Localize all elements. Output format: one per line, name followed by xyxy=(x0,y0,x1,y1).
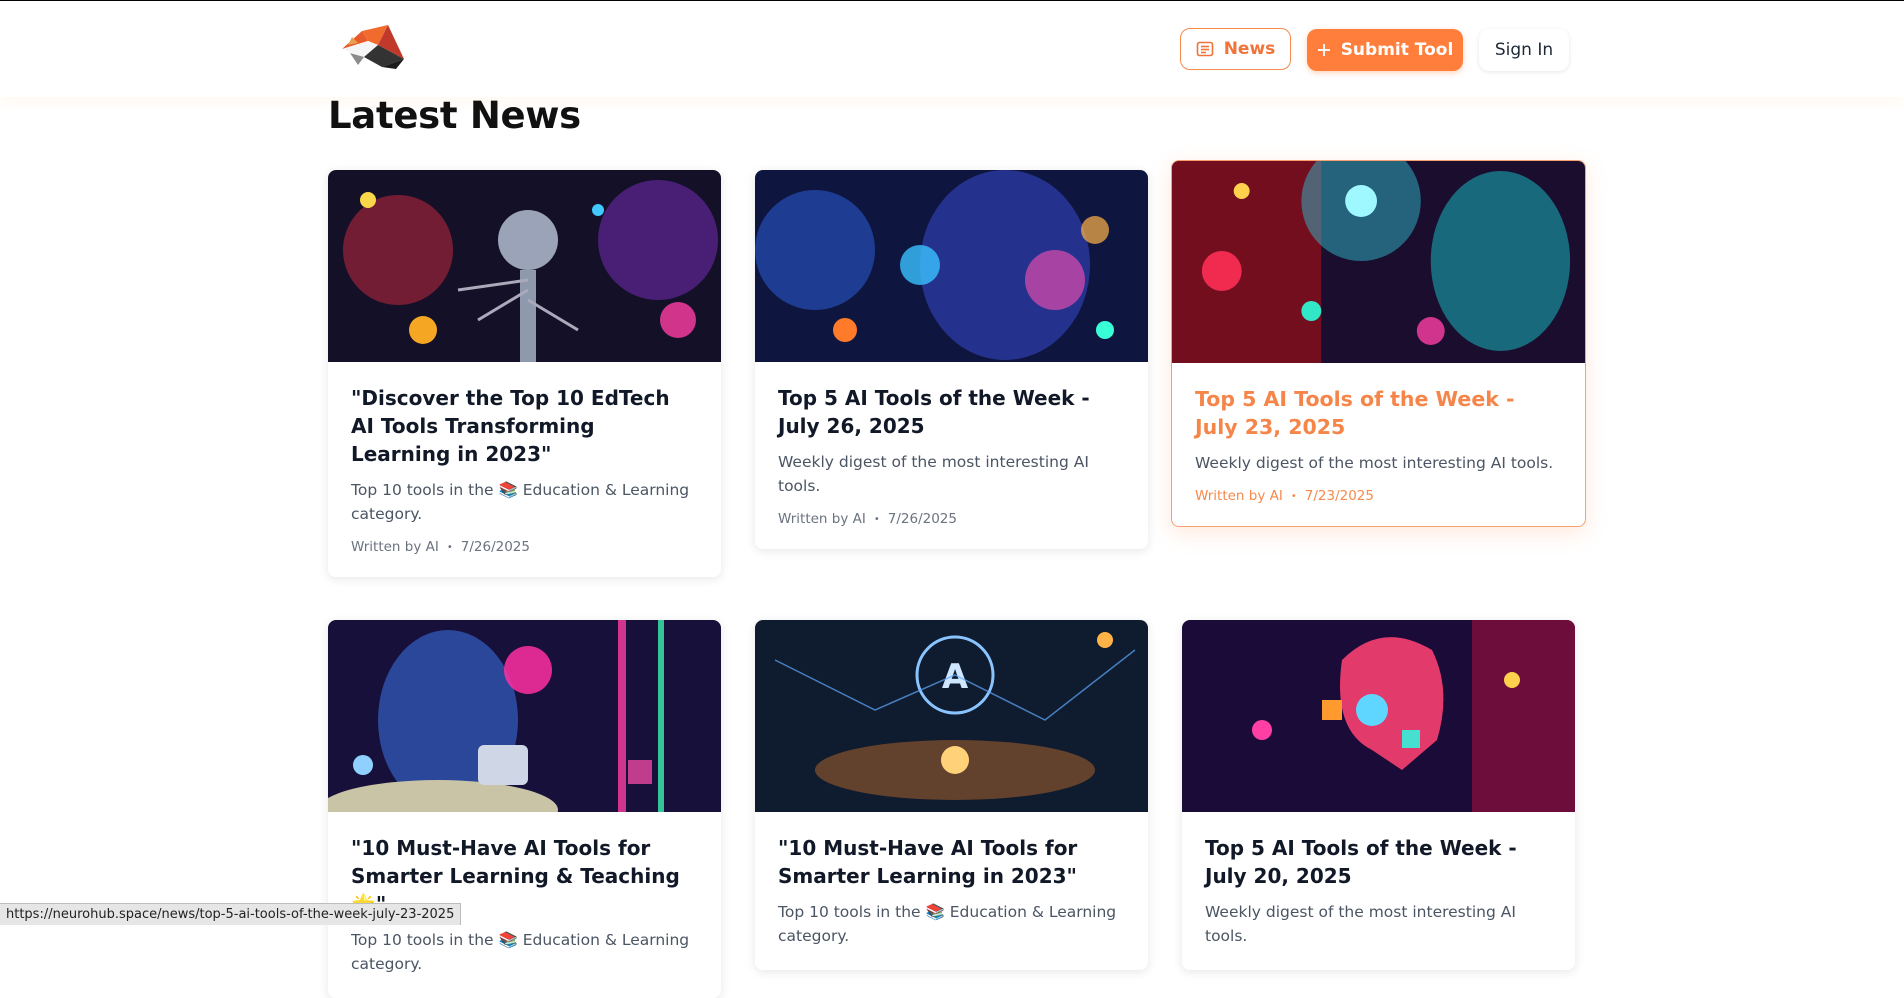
newspaper-icon xyxy=(1196,41,1214,57)
news-card-hovered[interactable]: Top 5 AI Tools of the Week - July 23, 20… xyxy=(1171,160,1586,527)
plus-icon xyxy=(1317,44,1330,56)
news-card-title: "Discover the Top 10 EdTech AI Tools Tra… xyxy=(351,386,670,466)
sign-in-label: Sign In xyxy=(1494,40,1554,60)
news-button[interactable]: News xyxy=(1180,28,1291,70)
news-thumbnail-image xyxy=(755,170,1148,362)
news-button-label: News xyxy=(1223,39,1276,59)
date-label: 7/26/2025 xyxy=(460,539,530,555)
separator-dot: • xyxy=(1290,490,1297,502)
author-label: Written by AI xyxy=(778,511,866,527)
author-label: Written by AI xyxy=(1195,488,1283,504)
news-thumbnail-image xyxy=(1182,620,1575,812)
news-card-description: Top 10 tools in the 📚 Education & Learni… xyxy=(351,931,690,973)
news-card-meta: Written by AI • 7/26/2025 xyxy=(351,539,697,555)
fox-logo-icon[interactable] xyxy=(338,23,406,71)
submit-tool-button[interactable]: Submit Tool xyxy=(1307,29,1463,71)
news-card[interactable]: A "10 Must-Have AI Tools for Smarter Lea… xyxy=(755,620,1148,970)
news-card-meta: Written by AI • 7/26/2025 xyxy=(778,511,1124,527)
sign-in-button[interactable]: Sign In xyxy=(1479,29,1569,71)
news-card-description: Weekly digest of the most interesting AI… xyxy=(1205,903,1516,945)
date-label: 7/26/2025 xyxy=(887,511,957,527)
news-card-description: Weekly digest of the most interesting AI… xyxy=(778,453,1089,495)
browser-status-bar-url: https://neurohub.space/news/top-5-ai-too… xyxy=(0,903,462,925)
separator-dot: • xyxy=(446,541,453,553)
submit-tool-label: Submit Tool xyxy=(1340,40,1454,60)
news-card[interactable]: "10 Must-Have AI Tools for Smarter Learn… xyxy=(328,620,721,998)
page-title: Latest News xyxy=(328,94,581,137)
news-thumbnail-image xyxy=(1172,161,1585,363)
news-card[interactable]: Top 5 AI Tools of the Week - July 26, 20… xyxy=(755,170,1148,549)
news-card-description: Top 10 tools in the 📚 Education & Learni… xyxy=(778,903,1117,945)
author-label: Written by AI xyxy=(351,539,439,555)
svg-text:A: A xyxy=(942,657,969,697)
news-card-description: Weekly digest of the most interesting AI… xyxy=(1195,454,1554,472)
news-thumbnail-image: A xyxy=(755,620,1148,812)
news-card[interactable]: "Discover the Top 10 EdTech AI Tools Tra… xyxy=(328,170,721,577)
site-header: News Submit Tool Sign In xyxy=(0,1,1904,97)
news-card-title: Top 5 AI Tools of the Week - July 20, 20… xyxy=(1205,836,1517,888)
news-card[interactable]: Top 5 AI Tools of the Week - July 20, 20… xyxy=(1182,620,1575,970)
news-thumbnail-image xyxy=(328,620,721,812)
news-card-title: Top 5 AI Tools of the Week - July 23, 20… xyxy=(1195,387,1515,439)
news-thumbnail-image xyxy=(328,170,721,362)
separator-dot: • xyxy=(873,513,880,525)
news-card-title: "10 Must-Have AI Tools for Smarter Learn… xyxy=(778,836,1078,888)
date-label: 7/23/2025 xyxy=(1304,488,1374,504)
news-card-description: Top 10 tools in the 📚 Education & Learni… xyxy=(351,481,690,523)
news-card-title: Top 5 AI Tools of the Week - July 26, 20… xyxy=(778,386,1090,438)
news-card-meta: Written by AI • 7/23/2025 xyxy=(1195,488,1561,504)
